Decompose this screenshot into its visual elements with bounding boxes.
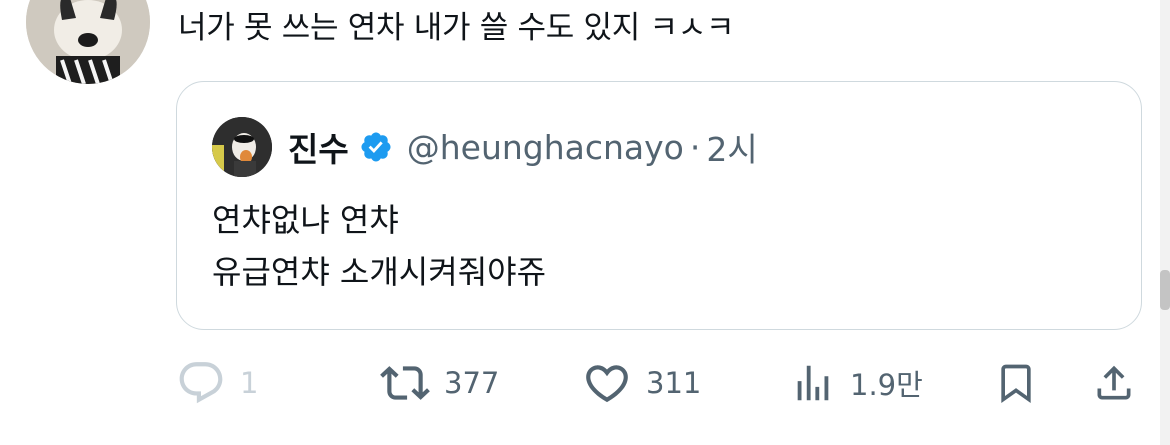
quoted-tweet-line-1: 연챠없냐 연챠	[212, 201, 399, 239]
tweet-page: 너가 못 쓰는 연차 내가 쓸 수도 있지 ㅋㅅㅋ 진수 @heunghacna…	[0, 0, 1170, 445]
like-count: 311	[646, 366, 702, 400]
bookmark-icon	[1001, 364, 1031, 404]
share-button[interactable]	[1092, 355, 1136, 411]
like-button[interactable]: 311	[582, 355, 701, 411]
quoted-user-handle[interactable]: @heunghacnayo	[407, 128, 684, 167]
scrollbar-track[interactable]	[1160, 0, 1170, 445]
dog-avatar-image	[26, 0, 150, 84]
quoted-tweet[interactable]: 진수 @heunghacnayo · 2시 연챠없냐 연챠 유급연챠 소개시켜줘…	[176, 81, 1142, 330]
views-button[interactable]: 1.9만	[790, 355, 923, 411]
reply-icon	[179, 362, 223, 404]
retweet-icon	[380, 366, 430, 400]
close-icon[interactable]	[1112, 0, 1146, 6]
views-chart-icon	[797, 365, 829, 401]
share-icon	[1097, 365, 1131, 400]
quoted-avatar-image	[212, 117, 272, 177]
bookmark-button[interactable]	[994, 355, 1038, 411]
quoted-tweet-header: 진수 @heunghacnayo · 2시	[212, 116, 758, 178]
reply-count: 1	[240, 366, 259, 400]
quoted-tweet-body: 연챠없냐 연챠 유급연챠 소개시켜줘야쥬	[212, 194, 546, 298]
action-bar: 1 377 311 1.9만	[0, 355, 1170, 411]
quoted-user-name[interactable]: 진수	[288, 123, 349, 171]
quoted-tweet-line-2: 유급연챠 소개시켜줘야쥬	[212, 253, 547, 291]
quoted-user-avatar[interactable]	[212, 117, 272, 177]
separator-dot: ·	[689, 127, 701, 167]
views-count: 1.9만	[850, 368, 923, 402]
retweet-count: 377	[444, 366, 500, 400]
reply-button[interactable]: 1	[176, 355, 258, 411]
scrollbar-thumb[interactable]	[1160, 270, 1170, 310]
quoted-tweet-time[interactable]: 2시	[706, 123, 757, 171]
tweet-text: 너가 못 쓰는 연차 내가 쓸 수도 있지 ㅋㅅㅋ	[178, 10, 735, 46]
heart-icon	[586, 365, 628, 403]
retweet-button[interactable]: 377	[380, 355, 499, 411]
verified-badge-icon	[361, 132, 391, 162]
user-avatar[interactable]	[26, 0, 150, 84]
